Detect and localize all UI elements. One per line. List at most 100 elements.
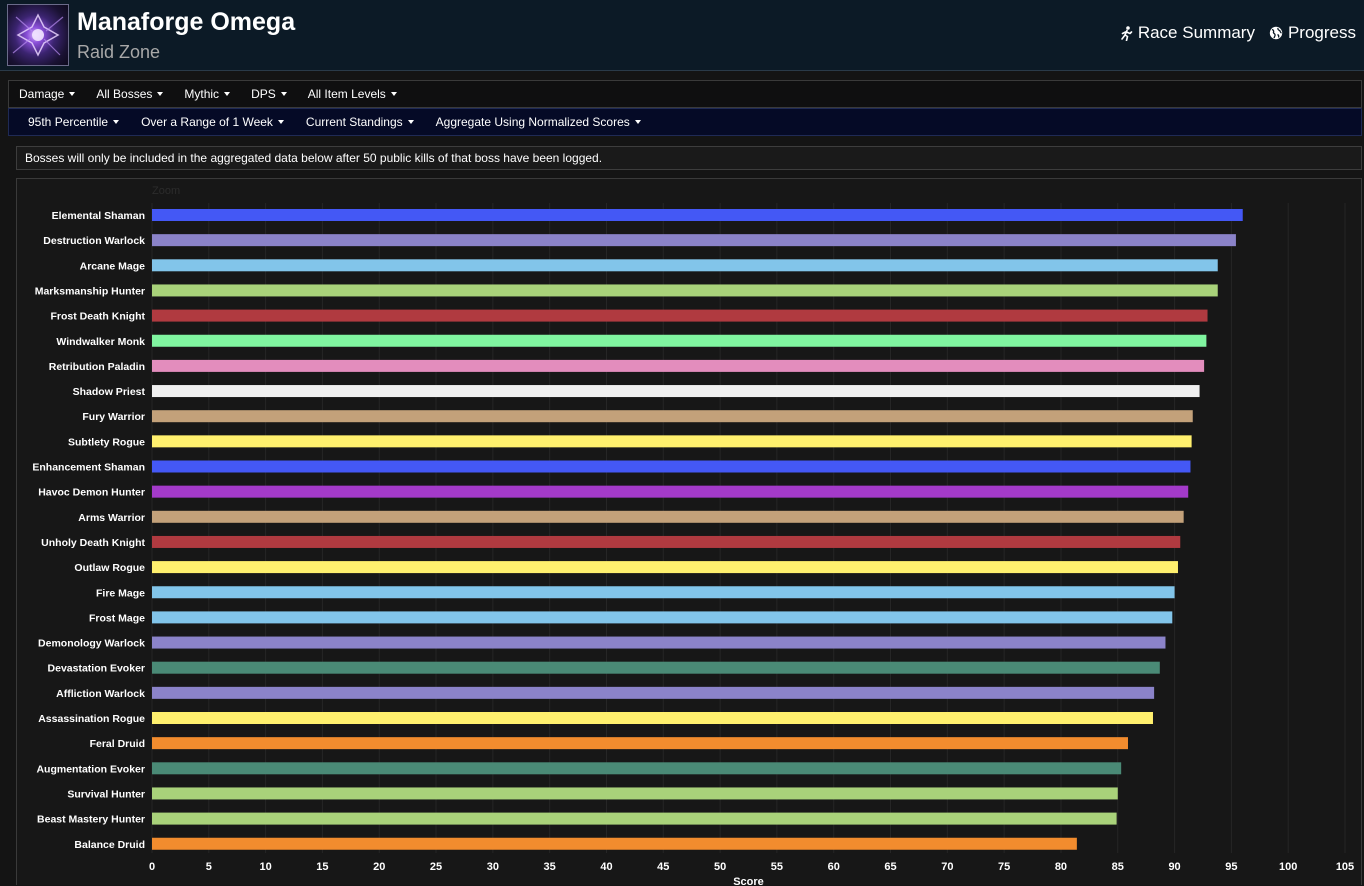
metric-dropdown-label: Damage bbox=[19, 87, 65, 101]
x-tick-label: 95 bbox=[1225, 861, 1237, 873]
aggregate-dropdown[interactable]: Aggregate Using Normalized Scores bbox=[436, 115, 641, 129]
bar[interactable] bbox=[152, 510, 1184, 523]
bar[interactable] bbox=[152, 259, 1218, 272]
category-label: Outlaw Rogue bbox=[74, 562, 145, 574]
race-summary-link[interactable]: Race Summary bbox=[1120, 23, 1255, 43]
bar[interactable] bbox=[152, 636, 1166, 649]
category-labels: Elemental Shaman Destruction Warlock Arcan… bbox=[32, 210, 145, 851]
bar[interactable] bbox=[152, 485, 1189, 498]
category-label: Havoc Demon Hunter bbox=[38, 487, 145, 499]
grid-lines bbox=[151, 203, 1346, 853]
chart-panel: Zoom Elemental Shaman Destruction Warlock… bbox=[16, 178, 1362, 886]
category-label: Elemental Shaman bbox=[52, 210, 145, 222]
caret-down-icon bbox=[224, 92, 231, 96]
bar[interactable] bbox=[152, 762, 1122, 775]
bar[interactable] bbox=[152, 309, 1208, 322]
bar[interactable] bbox=[152, 234, 1236, 247]
x-tick-label: 20 bbox=[373, 861, 385, 873]
caret-down-icon bbox=[390, 92, 397, 96]
bar[interactable] bbox=[152, 611, 1173, 624]
bar[interactable] bbox=[152, 460, 1191, 473]
caret-down-icon bbox=[113, 120, 120, 124]
bar[interactable] bbox=[152, 359, 1205, 372]
bar[interactable] bbox=[152, 535, 1181, 548]
x-tick-label: 65 bbox=[884, 861, 896, 873]
bar[interactable] bbox=[152, 385, 1200, 398]
runner-icon bbox=[1120, 25, 1133, 41]
bar[interactable] bbox=[152, 686, 1155, 699]
category-label: Devastation Evoker bbox=[48, 663, 145, 675]
page-subtitle: Raid Zone bbox=[77, 42, 161, 62]
x-tick-label: 0 bbox=[149, 861, 155, 873]
x-tick-label: 30 bbox=[487, 861, 499, 873]
bar-chart: Zoom Elemental Shaman Destruction Warlock… bbox=[32, 185, 1354, 886]
x-tick-label: 40 bbox=[600, 861, 612, 873]
bar[interactable] bbox=[152, 712, 1153, 724]
category-label: Destruction Warlock bbox=[43, 235, 145, 247]
bar[interactable] bbox=[152, 737, 1128, 750]
category-label: Unholy Death Knight bbox=[41, 537, 145, 549]
x-tick-label: 90 bbox=[1168, 861, 1180, 873]
category-label: Survival Hunter bbox=[67, 788, 145, 800]
x-tick-label: 60 bbox=[828, 861, 840, 873]
category-label: Balance Druid bbox=[74, 839, 145, 851]
page-title: Manaforge Omega bbox=[77, 8, 296, 36]
x-tick-label: 35 bbox=[544, 861, 556, 873]
caret-down-icon bbox=[634, 120, 641, 124]
category-label: Arcane Mage bbox=[80, 260, 146, 272]
caret-down-icon bbox=[277, 120, 284, 124]
x-tick-label: 80 bbox=[1055, 861, 1067, 873]
page-header: Manaforge Omega Raid Zone Race Summary P… bbox=[0, 0, 1364, 71]
progress-label: Progress bbox=[1287, 23, 1356, 42]
standings-dropdown[interactable]: Current Standings bbox=[306, 115, 414, 129]
bar[interactable] bbox=[152, 435, 1192, 448]
bar[interactable] bbox=[152, 209, 1243, 221]
race-summary-label: Race Summary bbox=[1137, 23, 1255, 42]
percentile-dropdown[interactable]: 95th Percentile bbox=[28, 115, 120, 129]
caret-down-icon bbox=[157, 92, 164, 96]
difficulty-dropdown[interactable]: Mythic bbox=[184, 87, 231, 101]
bar[interactable] bbox=[152, 787, 1118, 800]
x-tick-label: 45 bbox=[657, 861, 669, 873]
range-dropdown-label: Over a Range of 1 Week bbox=[141, 115, 273, 129]
category-label: Marksmanship Hunter bbox=[35, 285, 145, 297]
category-label: Frost Death Knight bbox=[51, 311, 146, 323]
bar[interactable] bbox=[152, 410, 1193, 423]
range-dropdown[interactable]: Over a Range of 1 Week bbox=[141, 115, 284, 129]
bar[interactable] bbox=[152, 334, 1207, 347]
caret-down-icon bbox=[407, 120, 414, 124]
x-tick-label: 50 bbox=[714, 861, 726, 873]
aggregate-dropdown-label: Aggregate Using Normalized Scores bbox=[435, 115, 630, 129]
category-label: Assassination Rogue bbox=[38, 713, 145, 725]
metric-dropdown[interactable]: Damage bbox=[19, 87, 76, 101]
difficulty-dropdown-label: Mythic bbox=[184, 87, 220, 101]
role-dropdown[interactable]: DPS bbox=[251, 87, 287, 101]
bar[interactable] bbox=[152, 284, 1218, 297]
category-label: Enhancement Shaman bbox=[32, 462, 145, 474]
boss-dropdown[interactable]: All Bosses bbox=[96, 87, 164, 101]
bar[interactable] bbox=[152, 837, 1077, 850]
category-label: Windwalker Monk bbox=[56, 336, 145, 348]
x-tick-label: 5 bbox=[206, 861, 212, 873]
bar[interactable] bbox=[152, 661, 1160, 674]
secondary-filter-bar: 95th Percentile Over a Range of 1 Week C… bbox=[8, 108, 1362, 136]
zoom-label[interactable]: Zoom bbox=[152, 185, 180, 197]
info-notice: Bosses will only be included in the aggr… bbox=[16, 146, 1362, 170]
x-tick-label: 25 bbox=[430, 861, 442, 873]
x-tick-label: 70 bbox=[941, 861, 953, 873]
item-level-dropdown-label: All Item Levels bbox=[307, 87, 386, 101]
bar[interactable] bbox=[152, 561, 1178, 574]
category-label: Retribution Paladin bbox=[49, 361, 145, 373]
boss-dropdown-label: All Bosses bbox=[96, 87, 153, 101]
bar[interactable] bbox=[152, 812, 1117, 825]
category-label: Fire Mage bbox=[96, 587, 145, 599]
bar[interactable] bbox=[152, 586, 1175, 599]
item-level-dropdown[interactable]: All Item Levels bbox=[308, 87, 397, 101]
x-tick-label: 55 bbox=[771, 861, 783, 873]
category-label: Fury Warrior bbox=[82, 411, 145, 423]
x-axis-ticks: 0 5 10 15 20 25 30 35 40 45 50 55 60 65 70 75 80 85 90 95 10… bbox=[149, 861, 1354, 873]
progress-link[interactable]: Progress bbox=[1269, 23, 1356, 43]
category-label: Beast Mastery Hunter bbox=[37, 814, 145, 826]
caret-down-icon bbox=[69, 92, 76, 96]
x-tick-label: 85 bbox=[1112, 861, 1124, 873]
